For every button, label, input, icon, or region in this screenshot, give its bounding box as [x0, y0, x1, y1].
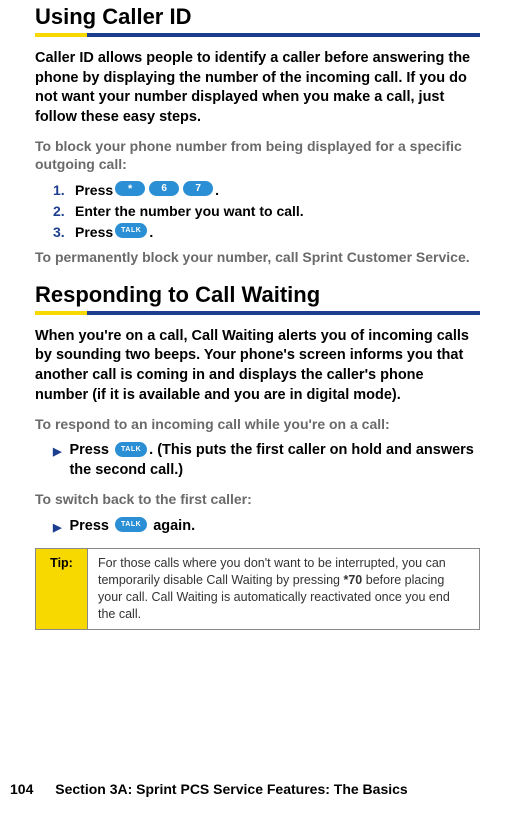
- page-number: 104: [10, 781, 33, 797]
- block-number-subhead: To block your phone number from being di…: [35, 137, 480, 173]
- key-7-icon: 7: [183, 181, 213, 196]
- tip-content: For those calls where you don't want to …: [88, 549, 479, 629]
- heading-rule: [35, 33, 480, 37]
- caller-id-description: Caller ID allows people to identify a ca…: [35, 49, 480, 127]
- step-text-post: .: [149, 224, 153, 240]
- block-steps-list: 1. Press * 6 7 . 2. Enter the number you…: [53, 182, 480, 240]
- permanent-block-note: To permanently block your number, call S…: [35, 248, 480, 266]
- bullet-text-pre: Press: [69, 442, 113, 458]
- key-talk-icon: TALK: [115, 223, 147, 238]
- page-footer: 104 Section 3A: Sprint PCS Service Featu…: [0, 781, 505, 797]
- step-number: 3.: [53, 224, 69, 240]
- respond-bullet-list: ▶ Press TALK. (This puts the first calle…: [53, 441, 480, 480]
- step-number: 2.: [53, 203, 69, 219]
- tip-box: Tip: For those calls where you don't wan…: [35, 548, 480, 630]
- step-text: Press: [75, 224, 113, 240]
- list-item: ▶ Press TALK. (This puts the first calle…: [53, 441, 480, 480]
- list-item: ▶ Press TALK again.: [53, 517, 480, 537]
- step-2: 2. Enter the number you want to call.: [53, 203, 480, 219]
- heading-call-waiting: Responding to Call Waiting: [35, 282, 480, 308]
- switch-back-subhead: To switch back to the first caller:: [35, 490, 480, 508]
- step-3: 3. Press TALK .: [53, 224, 480, 240]
- key-star-icon: *: [115, 181, 145, 196]
- tip-code: *70: [343, 573, 362, 587]
- key-talk-icon: TALK: [115, 442, 147, 457]
- respond-subhead: To respond to an incoming call while you…: [35, 415, 480, 433]
- key-talk-icon: TALK: [115, 517, 147, 532]
- footer-text: Section 3A: Sprint PCS Service Features:…: [55, 781, 407, 797]
- bullet-text-pre: Press: [69, 518, 113, 534]
- step-text: Enter the number you want to call.: [75, 203, 304, 219]
- step-1: 1. Press * 6 7 .: [53, 182, 480, 198]
- step-text: Press: [75, 182, 113, 198]
- call-waiting-description: When you're on a call, Call Waiting aler…: [35, 327, 480, 405]
- bullet-text-post: again.: [149, 518, 195, 534]
- step-text-post: .: [215, 182, 219, 198]
- switch-bullet-list: ▶ Press TALK again.: [53, 517, 480, 537]
- key-6-icon: 6: [149, 181, 179, 196]
- arrow-icon: ▶: [53, 521, 61, 537]
- step-number: 1.: [53, 182, 69, 198]
- arrow-icon: ▶: [53, 445, 61, 480]
- heading-caller-id: Using Caller ID: [35, 4, 480, 30]
- heading-rule: [35, 311, 480, 315]
- tip-label: Tip:: [36, 549, 88, 629]
